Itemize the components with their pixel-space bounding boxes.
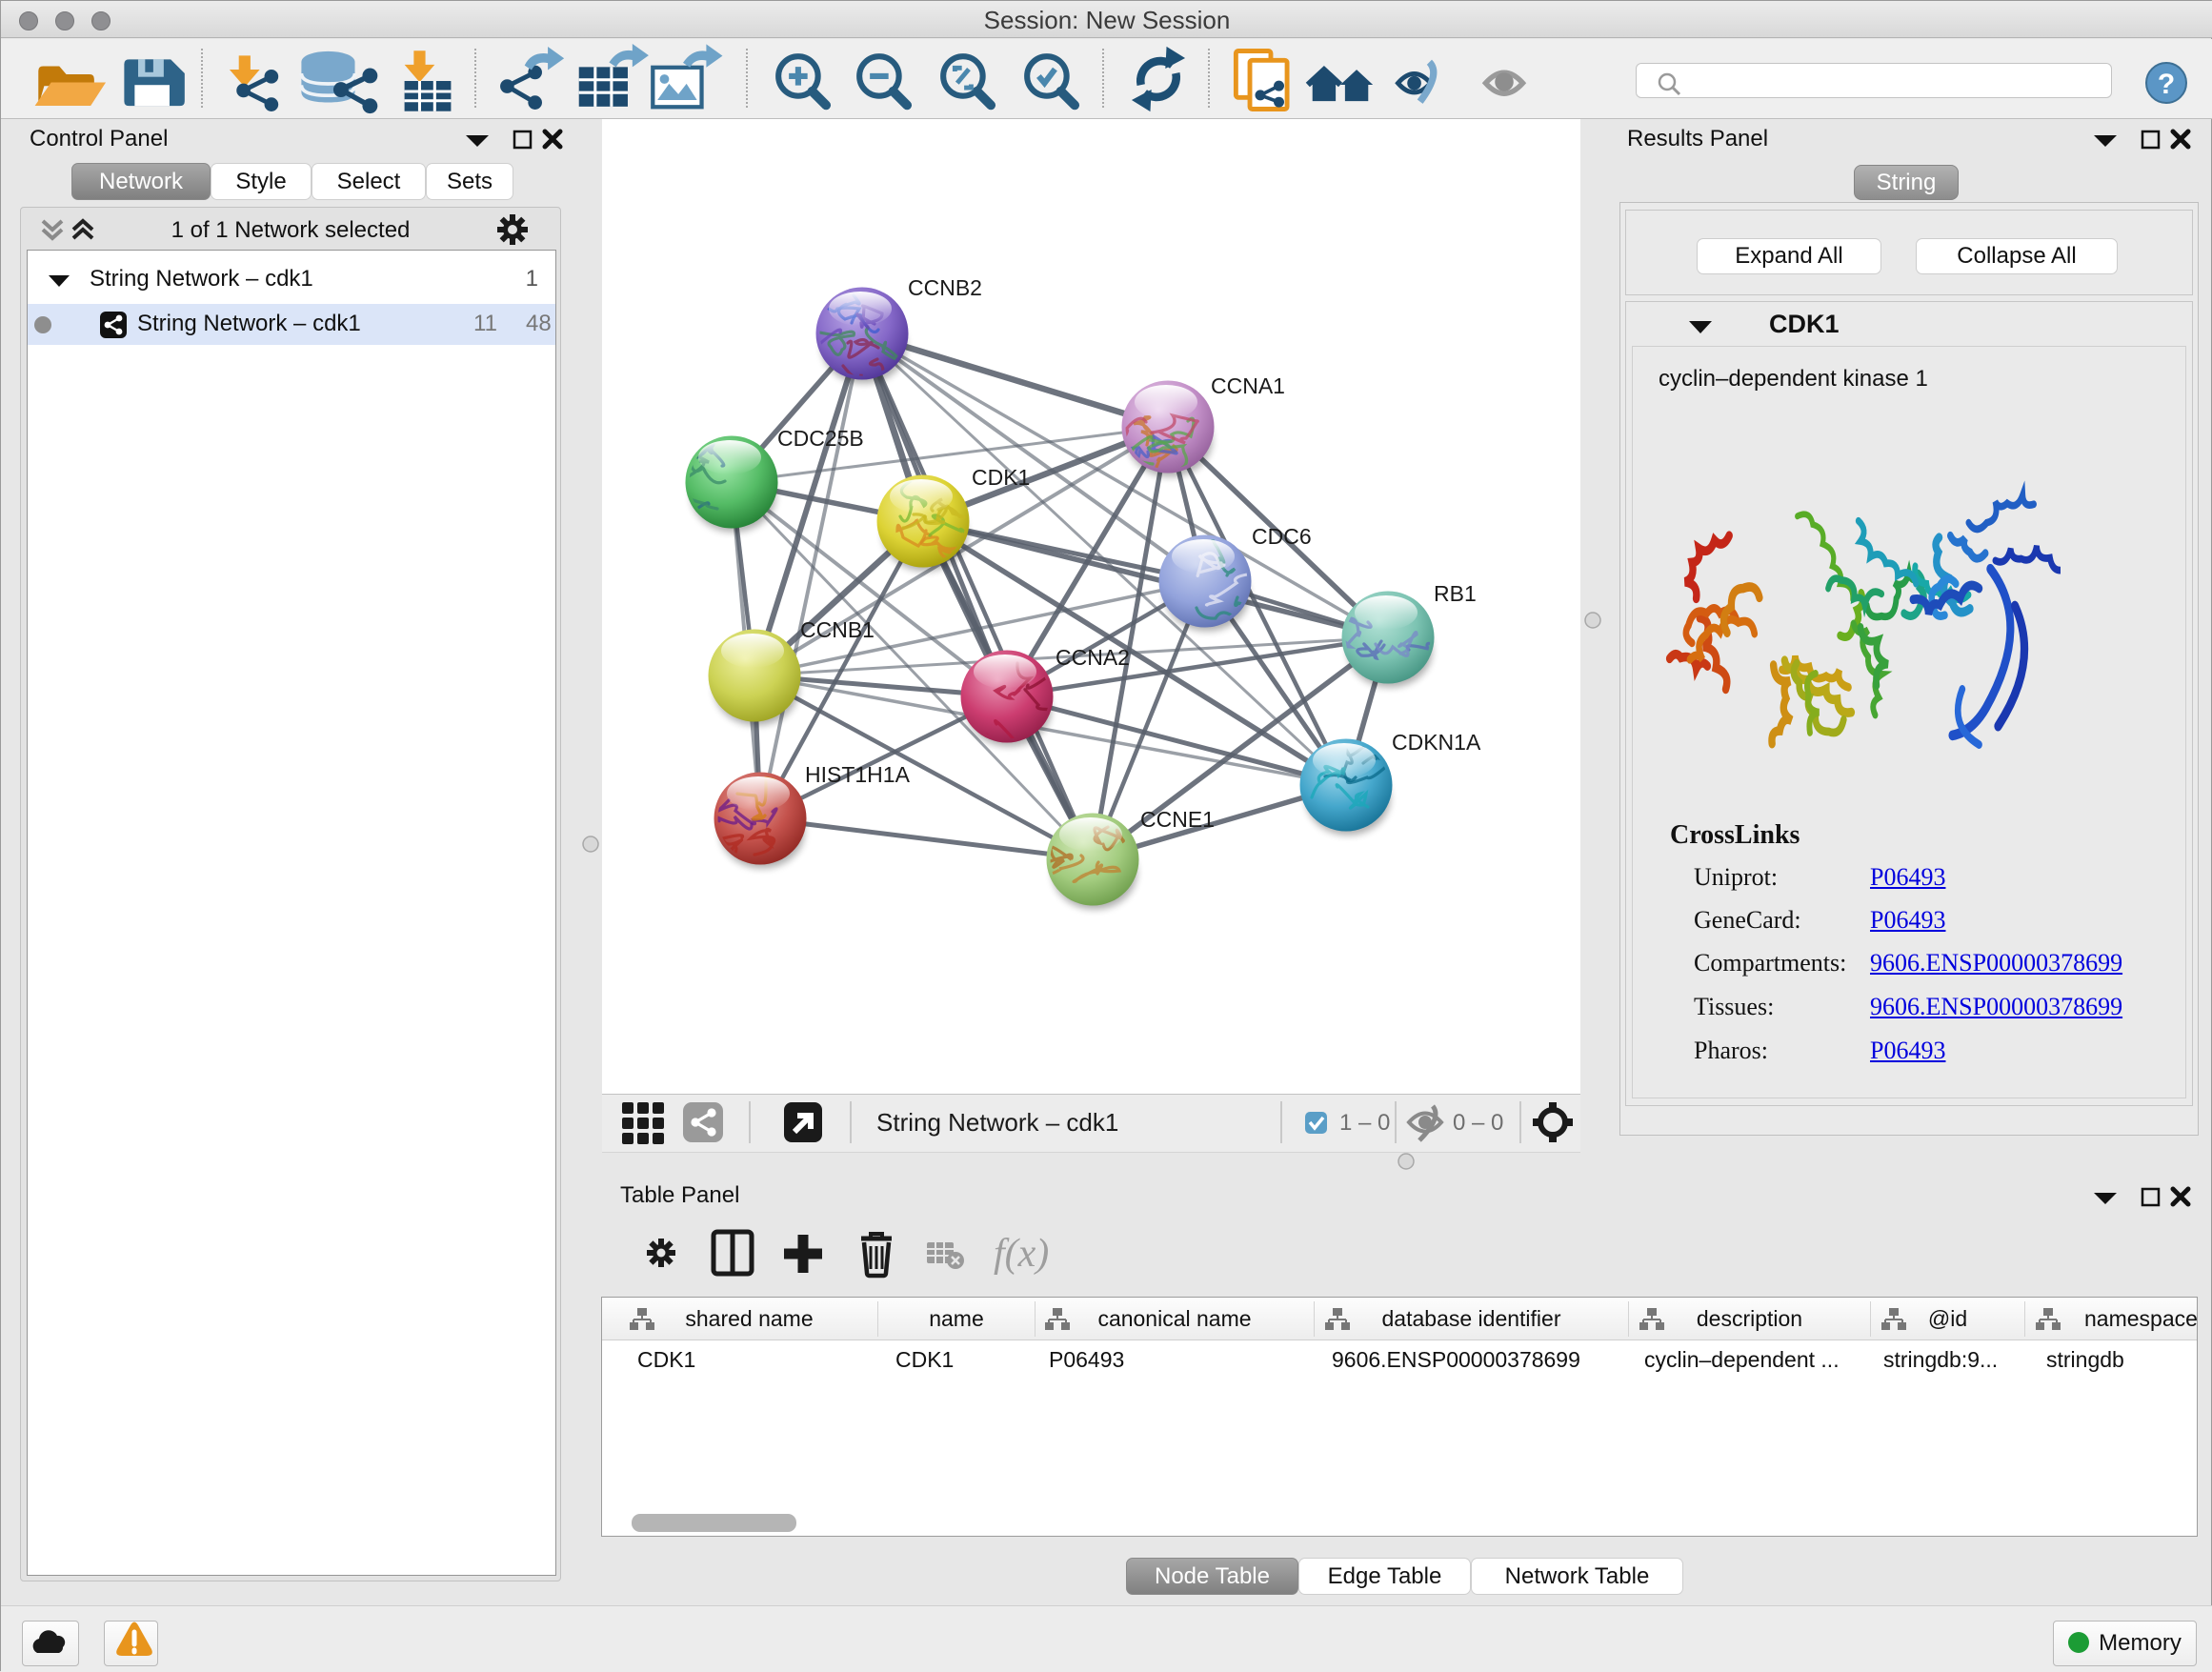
- svg-text:f(x): f(x): [994, 1232, 1049, 1276]
